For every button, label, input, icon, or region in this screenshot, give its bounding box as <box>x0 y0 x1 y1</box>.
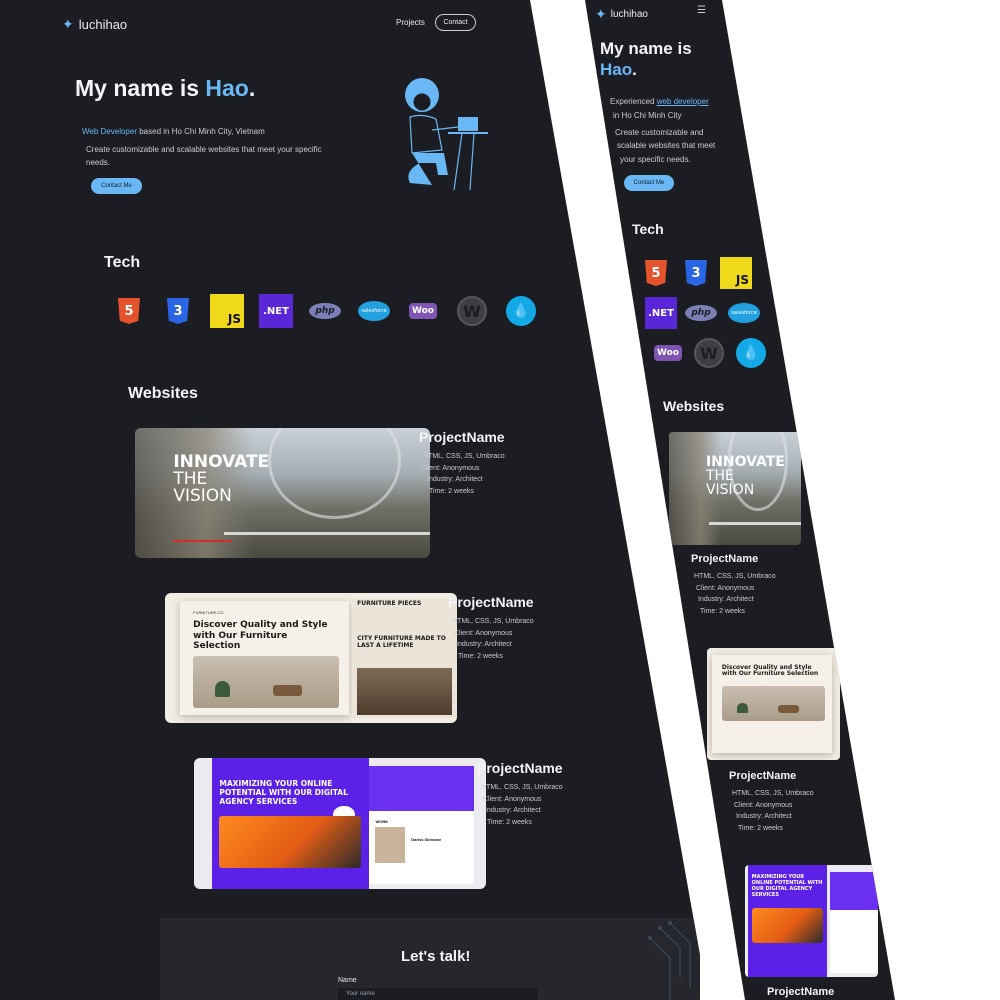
brand-name: luchihao <box>78 17 128 32</box>
project-1-info: ProjectName HTML, CSS, JS, Umbraco Clien… <box>419 429 505 497</box>
shot-headline: Discover Quality and Style with Our Furn… <box>193 620 328 651</box>
mobile-contact-me-button[interactable]: Contact Me <box>624 175 674 191</box>
mobile-hero-title-suffix: . <box>632 60 637 79</box>
project-name[interactable]: ProjectName <box>691 553 776 565</box>
project-client: Client: Anonymous <box>454 629 513 637</box>
hero-title-name: Hao <box>205 75 249 101</box>
hero-title-prefix: My name is <box>75 75 206 101</box>
project-name[interactable]: ProjectName <box>767 986 834 998</box>
html5-icon: 5 <box>640 257 672 289</box>
name-label: Name <box>338 977 357 984</box>
mobile-project-1-info: ProjectName HTML, CSS, JS, Umbraco Clien… <box>691 553 776 615</box>
wordpress-icon: W <box>455 294 489 328</box>
project-time: Time: 2 weeks <box>429 487 474 495</box>
mobile-hero-line-b: in Ho Chi Minh City <box>613 111 682 120</box>
javascript-icon: JS <box>210 294 244 328</box>
php-icon: php <box>685 297 717 329</box>
project-2-screenshot[interactable]: FURNITURE CO. Discover Quality and Style… <box>165 593 457 723</box>
hero-tagline: Create customizable and scalable website… <box>86 145 322 167</box>
shot-headline-3: VISION <box>173 486 232 506</box>
hamburger-menu-icon[interactable]: ☰ <box>697 5 706 16</box>
php-icon: php <box>308 294 342 328</box>
wordpress-icon: W <box>693 337 725 369</box>
circuit-decoration <box>648 921 691 1000</box>
project-stack: HTML, CSS, JS, Umbraco <box>481 784 563 791</box>
project-name[interactable]: ProjectName <box>448 594 534 610</box>
dotnet-icon: .NET <box>259 294 293 328</box>
mobile-project-2-info: ProjectName HTML, CSS, JS, Umbraco Clien… <box>729 770 814 832</box>
hero-title-suffix: . <box>248 75 256 101</box>
html5-icon: 5 <box>112 294 146 328</box>
project-stack: HTML, CSS, JS, Umbraco <box>423 453 505 460</box>
desktop-preview: ✦ luchihao Projects Contact My name is H… <box>0 0 700 1000</box>
mobile-hero-title-name: Hao <box>600 60 633 79</box>
project-stack: HTML, CSS, JS, Umbraco <box>452 618 534 625</box>
sparkle-icon: ✦ <box>62 16 74 32</box>
salesforce-icon: salesforce <box>728 297 760 329</box>
developer-illustration <box>405 78 488 191</box>
woocommerce-icon: Woo <box>406 294 440 328</box>
mobile-brand-logo[interactable]: ✦ luchihao <box>595 6 648 23</box>
mobile-tech-title: Tech <box>632 221 664 237</box>
project-industry: Industry: Architect <box>456 641 512 648</box>
project-name[interactable]: ProjectName <box>729 770 814 782</box>
dotnet-icon: .NET <box>645 297 677 329</box>
shot-work-label: WORK <box>375 818 389 824</box>
shot-brand: FURNITURE CO. <box>193 609 225 615</box>
project-3-info: ProjectName HTML, CSS, JS, Umbraco Clien… <box>477 760 563 828</box>
brand-name: luchihao <box>610 9 648 20</box>
nav-contact-button[interactable]: Contact <box>435 14 476 31</box>
brand-logo[interactable]: ✦ luchihao <box>62 16 127 33</box>
name-input[interactable]: Your name <box>338 988 538 1000</box>
mobile-hero-line-d: scalable websites that meet <box>617 141 716 150</box>
project-industry: Industry: Architect <box>427 476 483 483</box>
mobile-hero-line-e: your specific needs. <box>620 155 691 164</box>
css3-icon: 3 <box>680 257 712 289</box>
tech-icons-row: 5 3 JS .NET php salesforce Woo W 💧 <box>112 294 538 328</box>
mobile-hero-title-line1: My name is <box>600 39 692 58</box>
shot-side-title: FURNITURE PIECES <box>357 599 422 607</box>
project-1-screenshot[interactable]: INNOVATE THE VISION <box>135 428 430 558</box>
mobile-project-1-screenshot[interactable]: INNOVATE THE VISION <box>669 432 801 545</box>
shot-item-label: Dariss Skincare <box>411 836 442 842</box>
mobile-project-3-screenshot[interactable]: MAXIMIZING YOUR ONLINE POTENTIAL WITH OU… <box>745 865 878 977</box>
project-time: Time: 2 weeks <box>487 818 532 826</box>
project-client: Client: Anonymous <box>483 795 542 803</box>
hero-role-line: Web Developer based in Ho Chi Minh City,… <box>82 127 265 136</box>
sparkle-icon: ✦ <box>595 6 607 22</box>
project-2-info: ProjectName HTML, CSS, JS, Umbraco Clien… <box>448 594 534 662</box>
tech-section-title: Tech <box>104 254 141 271</box>
project-industry: Industry: Architect <box>485 807 541 814</box>
project-client: Client: Anonymous <box>421 464 480 472</box>
mobile-hero-title: My name is Hao. <box>600 38 692 80</box>
shot-side-title-2: CITY FURNITURE MADE TO LAST A LIFETIME <box>357 635 446 650</box>
drupal-icon: 💧 <box>735 337 767 369</box>
mobile-project-3-info: ProjectName <box>767 986 834 1000</box>
contact-me-button[interactable]: Contact Me <box>91 178 142 194</box>
mobile-hero-line-c: Create customizable and <box>615 128 704 137</box>
mobile-project-2-screenshot[interactable]: Discover Quality and Style with Our Furn… <box>707 648 840 760</box>
hero-role[interactable]: Web Developer <box>82 127 137 136</box>
nav-projects-link[interactable]: Projects <box>396 18 425 27</box>
hero-title: My name is Hao. <box>75 75 255 102</box>
drupal-icon: 💧 <box>504 294 538 328</box>
project-time: Time: 2 weeks <box>458 652 503 660</box>
mobile-websites-title: Websites <box>663 398 725 414</box>
css3-icon: 3 <box>161 294 195 328</box>
hero-location: based in Ho Chi Minh City, Vietnam <box>137 127 265 136</box>
javascript-icon: JS <box>720 257 752 289</box>
project-name[interactable]: ProjectName <box>419 429 505 445</box>
woocommerce-icon: Woo <box>652 337 684 369</box>
project-3-screenshot[interactable]: MAXIMIZING YOUR ONLINE POTENTIAL WITH OU… <box>194 758 486 889</box>
contact-title: Let's talk! <box>401 948 471 965</box>
websites-section-title: Websites <box>128 385 198 402</box>
project-name[interactable]: ProjectName <box>477 760 563 776</box>
salesforce-icon: salesforce <box>357 294 391 328</box>
shot-headline: MAXIMIZING YOUR ONLINE POTENTIAL WITH OU… <box>219 778 348 806</box>
web-developer-link[interactable]: web developer <box>657 97 709 106</box>
mobile-hero-line-a: Experienced web developer <box>610 97 709 106</box>
